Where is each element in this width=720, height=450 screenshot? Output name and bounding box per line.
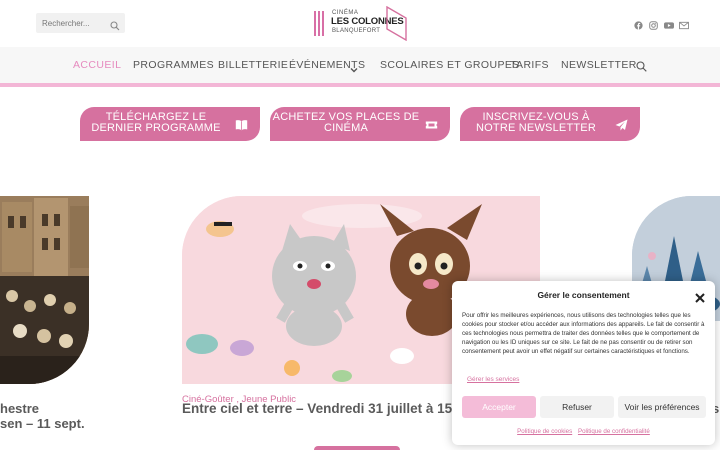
youtube-icon[interactable] xyxy=(664,17,674,29)
chevron-down-icon[interactable] xyxy=(350,61,358,73)
cta-line2: DERNIER PROGRAMME xyxy=(91,122,221,134)
carousel-indicator[interactable] xyxy=(314,446,400,450)
book-icon xyxy=(235,118,248,131)
social-links xyxy=(634,17,689,30)
cookie-policy-link[interactable]: Politique de cookies xyxy=(517,428,572,435)
top-bar: CINÉMA LES COLONNES BLANQUEFORT xyxy=(0,0,720,47)
newsletter-signup-button[interactable]: INSCRIVEZ-VOUS À NOTRE NEWSLETTER xyxy=(460,107,640,141)
nav-item-billetterie[interactable]: BILLETTERIE xyxy=(218,59,288,71)
manage-services-link[interactable]: Gérer les services xyxy=(467,376,519,383)
slide-left-caption[interactable]: hestre xyxy=(0,401,39,416)
slide-main-title[interactable]: Entre ciel et terre – Vendredi 31 juille… xyxy=(182,401,475,416)
slide-left-image[interactable] xyxy=(0,196,89,384)
consent-title: Gérer le consentement xyxy=(537,290,630,300)
close-icon[interactable] xyxy=(695,290,705,303)
consent-links: Politique de cookies Politique de confid… xyxy=(452,428,715,435)
site-logo[interactable]: CINÉMA LES COLONNES BLANQUEFORT xyxy=(314,6,408,41)
logo-city-text: BLANQUEFORT xyxy=(332,28,381,34)
ticket-icon xyxy=(425,118,438,130)
main-nav: ACCUEIL PROGRAMMES BILLETTERIE ÉVÉNEMENT… xyxy=(0,47,720,83)
accept-button[interactable]: Accepter xyxy=(462,396,536,418)
cookie-consent-dialog: Gérer le consentement Pour offrir les me… xyxy=(452,281,715,445)
nav-underline xyxy=(0,83,720,87)
nav-item-scolaires[interactable]: SCOLAIRES ET GROUPES xyxy=(380,59,520,71)
mail-icon[interactable] xyxy=(679,17,689,30)
preferences-button[interactable]: Voir les préférences xyxy=(618,396,706,418)
nav-item-programmes[interactable]: PROGRAMMES xyxy=(133,59,214,71)
nav-item-tarifs[interactable]: TARIFS xyxy=(510,59,549,71)
nav-search-icon[interactable] xyxy=(636,59,647,72)
search-box xyxy=(36,13,125,33)
buy-tickets-button[interactable]: ACHETEZ VOS PLACES DE CINÉMA xyxy=(270,107,450,141)
nav-item-newsletter[interactable]: NEWSLETTER xyxy=(561,59,637,71)
cta-line2: CINÉMA xyxy=(324,122,368,134)
logo-frame-icon xyxy=(386,6,407,41)
consent-body: Pour offrir les meilleures expériences, … xyxy=(462,312,705,356)
search-icon[interactable] xyxy=(110,18,120,31)
facebook-icon[interactable] xyxy=(634,17,643,30)
cta-line2: NOTRE NEWSLETTER xyxy=(476,122,596,134)
slide-left-date[interactable]: sen – 11 sept. xyxy=(0,416,85,431)
search-input[interactable] xyxy=(36,13,108,33)
nav-item-accueil[interactable]: ACCUEIL xyxy=(73,59,121,71)
instagram-icon[interactable] xyxy=(649,17,658,30)
paper-plane-icon xyxy=(615,118,628,131)
privacy-policy-link[interactable]: Politique de confidentialité xyxy=(578,428,650,435)
refuse-button[interactable]: Refuser xyxy=(540,396,614,418)
download-program-button[interactable]: TÉLÉCHARGEZ LE DERNIER PROGRAMME xyxy=(80,107,260,141)
